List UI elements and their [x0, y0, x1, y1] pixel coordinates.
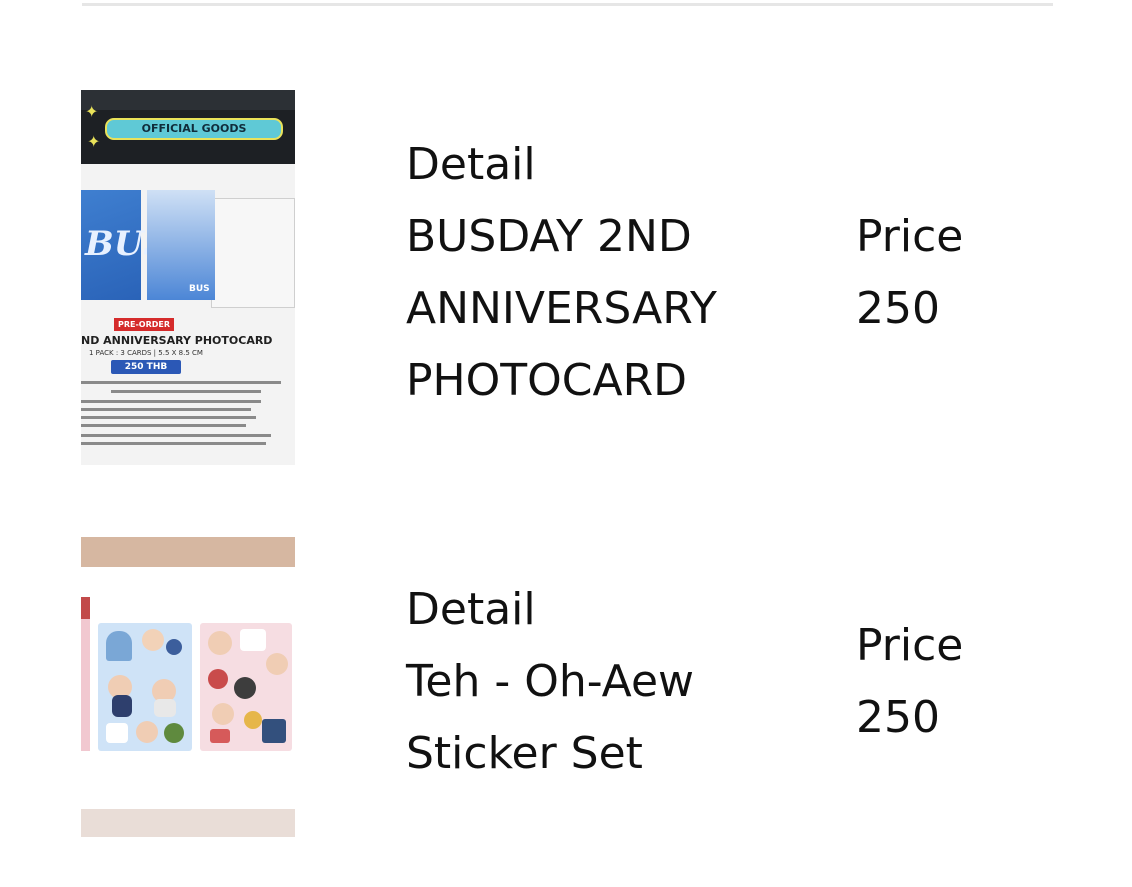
photocard-back-logo: BUS — [189, 284, 210, 294]
sticker-ball — [234, 677, 256, 699]
product-name-line: ANNIVERSARY — [406, 283, 717, 334]
sticker-face — [212, 703, 234, 725]
sticker-face — [266, 653, 288, 675]
product-item: Detail Teh - Oh-Aew Sticker Set Price 25… — [0, 537, 1132, 837]
sticker-face — [142, 629, 164, 651]
poster-paper-panel — [211, 198, 295, 308]
detail-label: Detail — [406, 139, 536, 190]
sticker-body — [112, 695, 132, 717]
sticker-card — [240, 629, 266, 651]
sticker-plant — [164, 723, 184, 743]
product-detail: Detail Teh - Oh-Aew Sticker Set — [406, 574, 694, 790]
sticker-set-photo — [81, 537, 295, 837]
sticker-flower — [166, 639, 182, 655]
sticker-sheet-edge — [81, 597, 90, 751]
sticker-label — [210, 729, 230, 743]
product-price: Price 250 — [856, 610, 963, 754]
sparkle-icon: ✦ — [87, 132, 101, 151]
image-bottom-band — [81, 809, 295, 837]
product-price: Price 250 — [856, 201, 963, 345]
product-image[interactable]: ✦ ✦ OFFICIAL GOODS BUS BUS PRE-ORDER ND … — [81, 90, 295, 465]
fine-print-line — [81, 442, 266, 445]
poster-subtitle: 1 PACK : 3 CARDS | 5.5 X 8.5 CM — [89, 349, 203, 357]
sticker-window — [106, 631, 132, 661]
product-name-line: PHOTOCARD — [406, 355, 688, 406]
product-name-line: Teh - Oh-Aew — [406, 656, 695, 707]
photocard-front: BUS — [81, 190, 168, 300]
sticker-flower — [244, 711, 262, 729]
product-image[interactable] — [81, 537, 295, 837]
fine-print-line — [81, 416, 256, 419]
sticker-body — [154, 699, 176, 717]
preorder-tag: PRE-ORDER — [114, 318, 174, 331]
sticker-face — [208, 631, 232, 655]
image-top-band — [81, 537, 295, 567]
product-name-line: BUSDAY 2ND — [406, 211, 692, 262]
price-value: 250 — [856, 283, 940, 334]
official-goods-badge: OFFICIAL GOODS — [105, 118, 283, 140]
sticker-sheet-pink — [200, 623, 292, 751]
product-item: ✦ ✦ OFFICIAL GOODS BUS BUS PRE-ORDER ND … — [0, 90, 1132, 465]
sticker-sheet-edge-accent — [81, 597, 90, 619]
sticker-sheet-blue — [98, 623, 192, 751]
fine-print-line — [81, 434, 271, 437]
poster-header-stripes — [81, 90, 295, 110]
fine-print-line — [81, 408, 251, 411]
price-value: 250 — [856, 692, 940, 743]
price-label: Price — [856, 620, 964, 671]
sticker-scene — [262, 719, 286, 743]
poster-price-pill: 250 THB — [111, 360, 181, 374]
sticker-face — [136, 721, 158, 743]
fine-print-line — [81, 400, 261, 403]
fine-print-line — [81, 381, 281, 384]
price-label: Price — [856, 211, 964, 262]
product-detail: Detail BUSDAY 2ND ANNIVERSARY PHOTOCARD — [406, 129, 717, 417]
detail-label: Detail — [406, 584, 536, 635]
product-name-line: Sticker Set — [406, 728, 643, 779]
top-divider — [82, 3, 1053, 6]
fine-print-line — [111, 390, 261, 393]
fine-print-line — [81, 424, 246, 427]
sticker-heart — [208, 669, 228, 689]
photocard-poster: ✦ ✦ OFFICIAL GOODS BUS BUS PRE-ORDER ND … — [81, 90, 295, 465]
poster-title: ND ANNIVERSARY PHOTOCARD — [81, 334, 273, 347]
sticker-book — [106, 723, 128, 743]
sparkle-icon: ✦ — [85, 102, 99, 121]
